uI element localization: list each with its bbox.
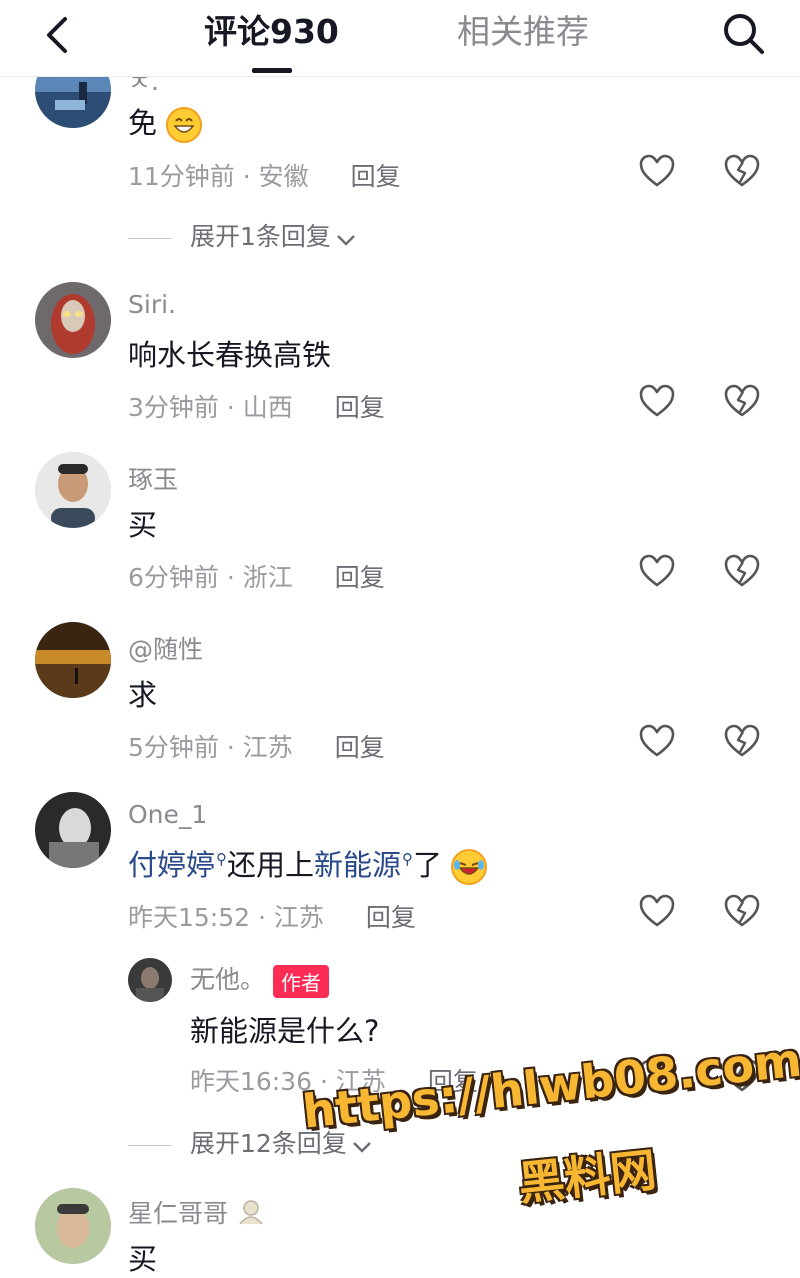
broken-heart-icon <box>724 894 760 927</box>
comment-location: 安徽 <box>258 162 309 191</box>
comment-text-content: 还用上 <box>227 848 315 882</box>
chevron-down-icon <box>351 1131 373 1160</box>
expand-label: 展开1条回复 <box>190 222 331 251</box>
reply-text: 新能源是什么? <box>190 1014 380 1048</box>
comment-meta: 3分钟前 · 山西 回复 <box>128 393 385 422</box>
comment-time: 11分钟前 <box>128 162 235 191</box>
divider-line <box>128 1144 172 1146</box>
comment-location: 浙江 <box>242 563 293 592</box>
broken-heart-icon <box>724 154 760 187</box>
heart-icon <box>639 724 675 757</box>
comment-text: 买 <box>128 508 158 542</box>
heart-icon <box>639 894 675 927</box>
comment-text: 付婷婷⚲还用上新能源⚲了 <box>128 842 488 885</box>
like-button[interactable] <box>638 153 676 189</box>
broken-heart-icon <box>724 724 760 757</box>
like-button[interactable] <box>638 893 676 929</box>
chevron-left-icon <box>47 17 67 53</box>
reply-author: 无他。 作者 <box>190 960 330 998</box>
reply-button[interactable]: 回复 <box>335 733 385 762</box>
avatar[interactable] <box>35 792 111 868</box>
tab-related[interactable]: 相关推荐 <box>457 8 589 56</box>
author-badge: 作者 <box>273 964 330 998</box>
grinning-emoji-icon <box>166 107 203 143</box>
expand-replies-button[interactable]: 展开1条回复 <box>128 217 357 253</box>
comment-author[interactable]: One_1 <box>128 800 207 829</box>
comment-location: 江苏 <box>273 903 324 932</box>
reply-button[interactable]: 回复 <box>366 903 416 932</box>
reply-time: 昨天16:36 <box>190 1067 313 1096</box>
dislike-button[interactable] <box>723 153 761 189</box>
comment-author-name[interactable]: 星仁哥哥 <box>128 1199 228 1228</box>
broken-heart-icon <box>724 554 760 587</box>
dislike-button[interactable] <box>723 553 761 589</box>
tab-comments[interactable]: 评论930 <box>204 8 339 56</box>
topic-link[interactable]: 新能源 <box>314 848 401 882</box>
heart-icon <box>639 154 675 187</box>
comment-text: 求 <box>128 678 158 712</box>
comment-author[interactable]: 琢玉 <box>128 460 178 496</box>
comment-text: 免 <box>128 100 203 143</box>
reply-author-name[interactable]: 无他。 <box>190 965 265 994</box>
reply-button[interactable]: 回复 <box>335 393 385 422</box>
comment-author[interactable]: Siri. <box>128 290 176 319</box>
like-button[interactable] <box>638 383 676 419</box>
comment-text-tail: 了 <box>413 848 443 882</box>
laughing-tears-emoji-icon <box>451 849 488 885</box>
comment-text: 买 <box>128 1242 158 1276</box>
dislike-button[interactable] <box>723 383 761 419</box>
heart-icon <box>639 384 675 417</box>
comment-text: 响水长春换高铁 <box>128 338 332 372</box>
back-button[interactable] <box>34 10 84 60</box>
avatar[interactable] <box>35 282 111 358</box>
chevron-down-icon <box>335 224 357 253</box>
avatar[interactable] <box>128 958 172 1002</box>
comment-location: 山西 <box>242 393 293 422</box>
reply-button[interactable]: 回复 <box>335 563 385 592</box>
search-small-icon: ⚲ <box>216 850 228 869</box>
divider-line <box>128 237 172 239</box>
like-button[interactable] <box>638 723 676 759</box>
dislike-button[interactable] <box>723 893 761 929</box>
comment-item: @随性 求 5分钟前 · 江苏 回复 <box>0 622 800 772</box>
comment-meta: 5分钟前 · 江苏 回复 <box>128 733 385 762</box>
comment-item: Siri. 响水长春换高铁 3分钟前 · 山西 回复 <box>0 282 800 432</box>
comment-location: 江苏 <box>242 733 293 762</box>
comment-time: 3分钟前 <box>128 393 219 422</box>
profile-badge-icon <box>236 1198 266 1232</box>
heart-icon <box>639 554 675 587</box>
comment-meta: 6分钟前 · 浙江 回复 <box>128 563 385 592</box>
comment-time: 5分钟前 <box>128 733 219 762</box>
mention-link[interactable]: 付婷婷 <box>128 848 215 882</box>
comment-meta: 11分钟前 · 安徽 回复 <box>128 162 401 191</box>
search-icon <box>724 14 764 54</box>
like-button[interactable] <box>638 553 676 589</box>
avatar[interactable] <box>35 622 111 698</box>
reply-button[interactable]: 回复 <box>351 162 401 191</box>
comment-author[interactable]: @随性 <box>128 630 203 666</box>
search-small-icon: ⚲ <box>402 850 414 869</box>
avatar[interactable] <box>35 1188 111 1264</box>
broken-heart-icon <box>724 384 760 417</box>
comment-item: 琢玉 买 6分钟前 · 浙江 回复 <box>0 452 800 602</box>
comment-meta: 昨天15:52 · 江苏 回复 <box>128 903 416 932</box>
tab-active-indicator <box>252 68 292 73</box>
comment-text-content: 免 <box>128 106 158 140</box>
top-bar: 评论930 相关推荐 <box>0 0 800 77</box>
comment-author: 星仁哥哥 <box>128 1194 266 1232</box>
dislike-button[interactable] <box>723 723 761 759</box>
avatar[interactable] <box>35 452 111 528</box>
comment-item: 星仁哥哥 买 <box>0 1188 800 1276</box>
search-button[interactable] <box>718 8 770 60</box>
comment-time: 6分钟前 <box>128 563 219 592</box>
comment-time: 昨天15:52 <box>128 903 251 932</box>
